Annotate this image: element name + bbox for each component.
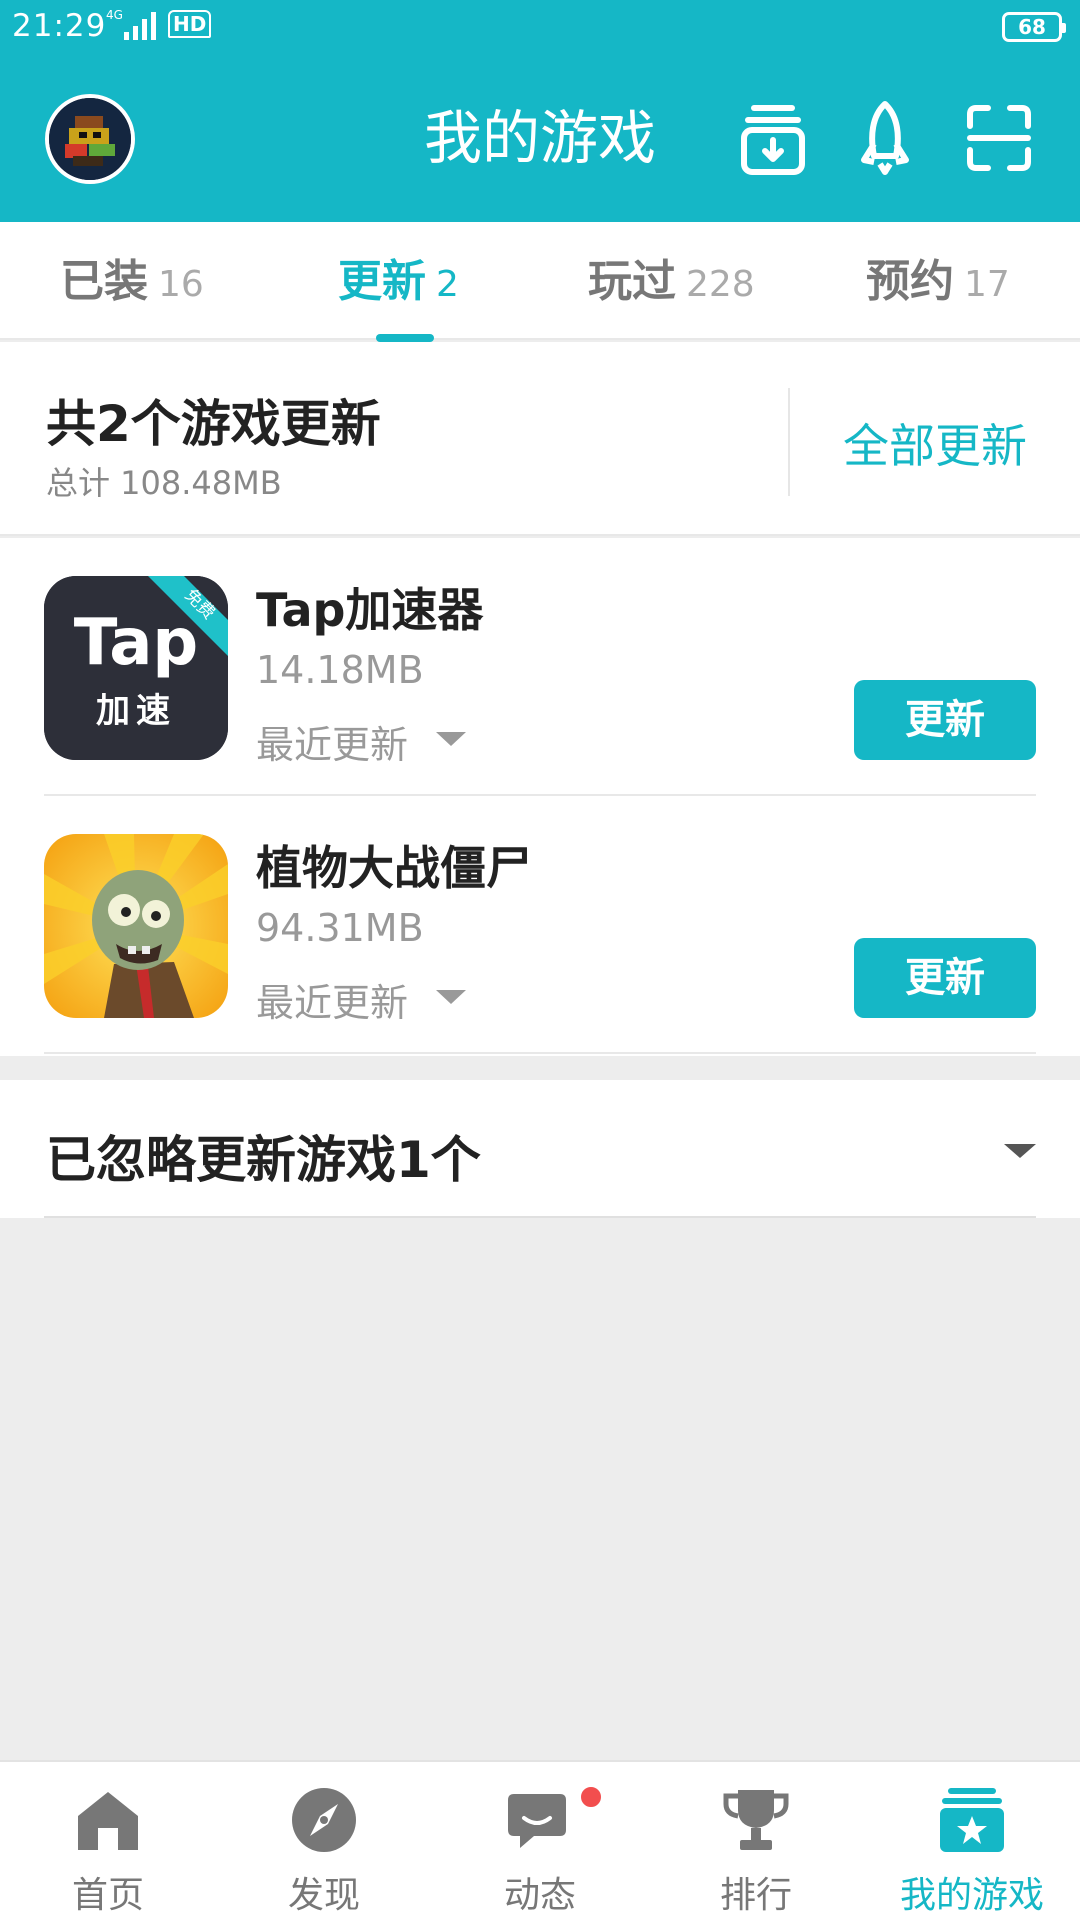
download-manager-icon[interactable]	[740, 100, 806, 176]
avatar-image	[49, 98, 131, 180]
game-name: Tap加速器	[256, 583, 484, 637]
tab-count: 17	[964, 264, 1010, 305]
status-bar: 21:29 4G HD 68	[0, 0, 1080, 55]
tab-count: 16	[158, 264, 204, 305]
tab-reserved[interactable]: 预约 17	[866, 252, 1010, 312]
ignored-updates-section[interactable]: 已忽略更新游戏1个	[0, 1080, 1080, 1218]
game-size: 94.31MB	[256, 906, 424, 950]
notification-badge	[578, 1784, 604, 1810]
tap-logo-subtext: 加速	[96, 691, 176, 731]
list-item[interactable]: 植物大战僵尸 94.31MB 最近更新 更新	[0, 796, 1080, 1054]
status-time: 21:29	[12, 8, 107, 44]
nav-item-discover[interactable]: 发现	[216, 1762, 432, 1920]
tap-accelerator-app-icon: 免费 Tap 加速	[44, 576, 228, 760]
section-divider	[44, 1216, 1036, 1218]
list-item[interactable]: 免费 Tap 加速 Tap加速器 14.18MB 最近更新 更新	[0, 538, 1080, 796]
my-games-icon	[936, 1784, 1008, 1856]
page-title: 我的游戏	[423, 104, 656, 172]
game-name: 植物大战僵尸	[256, 841, 532, 895]
nav-item-home[interactable]: 首页	[0, 1762, 216, 1920]
tab-played[interactable]: 玩过 228	[588, 252, 755, 312]
home-icon	[72, 1784, 144, 1856]
compass-icon	[288, 1784, 360, 1856]
chat-icon	[504, 1784, 576, 1856]
update-button[interactable]: 更新	[854, 680, 1036, 760]
tab-active-indicator	[376, 334, 434, 342]
update-button[interactable]: 更新	[854, 938, 1036, 1018]
game-size: 14.18MB	[256, 648, 424, 692]
nav-item-my-games[interactable]: 我的游戏	[864, 1762, 1080, 1920]
bottom-nav: 首页 发现 动态 排行 我的游戏	[0, 1760, 1080, 1920]
summary-title: 共2个游戏更新	[46, 395, 381, 453]
nav-label: 我的游戏	[899, 1875, 1044, 1916]
tab-bar: 已装 16 更新 2 玩过 228 预约 17	[0, 222, 1080, 340]
tab-installed[interactable]: 已装 16	[60, 252, 204, 312]
network-type: 4G	[106, 8, 123, 22]
tab-label: 玩过	[588, 256, 676, 307]
avatar[interactable]	[45, 94, 135, 184]
chevron-down-icon[interactable]	[1004, 1144, 1036, 1158]
scan-icon[interactable]	[966, 100, 1032, 176]
trophy-icon	[720, 1784, 792, 1856]
recent-update-toggle[interactable]: 最近更新	[256, 972, 408, 1027]
nav-label: 发现	[287, 1875, 360, 1916]
update-list: 免费 Tap 加速 Tap加速器 14.18MB 最近更新 更新 植物大战僵尸 …	[0, 538, 1080, 1056]
nav-item-rank[interactable]: 排行	[648, 1762, 864, 1920]
signal-icon	[124, 12, 156, 40]
tab-updates[interactable]: 更新 2	[338, 252, 459, 312]
tab-label: 更新	[338, 256, 426, 307]
chevron-down-icon[interactable]	[436, 732, 466, 746]
ignored-updates-label: 已忽略更新游戏1个	[46, 1131, 481, 1189]
update-all-button[interactable]: 全部更新	[790, 410, 1080, 476]
tap-logo-text: Tap	[74, 606, 198, 680]
nav-label: 动态	[503, 1875, 576, 1916]
plants-vs-zombies-app-icon	[44, 834, 228, 1018]
chevron-down-icon[interactable]	[436, 990, 466, 1004]
tab-label: 预约	[866, 256, 954, 307]
nav-item-feed[interactable]: 动态	[432, 1762, 648, 1920]
tab-label: 已装	[60, 256, 148, 307]
app-header: 21:29 4G HD 68 我的游戏	[0, 0, 1080, 222]
nav-label: 首页	[71, 1875, 144, 1916]
rocket-icon[interactable]	[852, 100, 918, 176]
summary-total-size: 总计 108.48MB	[46, 464, 282, 502]
row-divider	[44, 1052, 1036, 1054]
nav-label: 排行	[719, 1875, 792, 1916]
tab-count: 2	[436, 264, 459, 305]
update-summary: 共2个游戏更新 总计 108.48MB 全部更新	[0, 342, 1080, 536]
tab-count: 228	[686, 264, 755, 305]
recent-update-toggle[interactable]: 最近更新	[256, 714, 408, 769]
hd-voice-icon: HD	[168, 10, 212, 38]
battery-icon: 68	[1002, 12, 1066, 42]
